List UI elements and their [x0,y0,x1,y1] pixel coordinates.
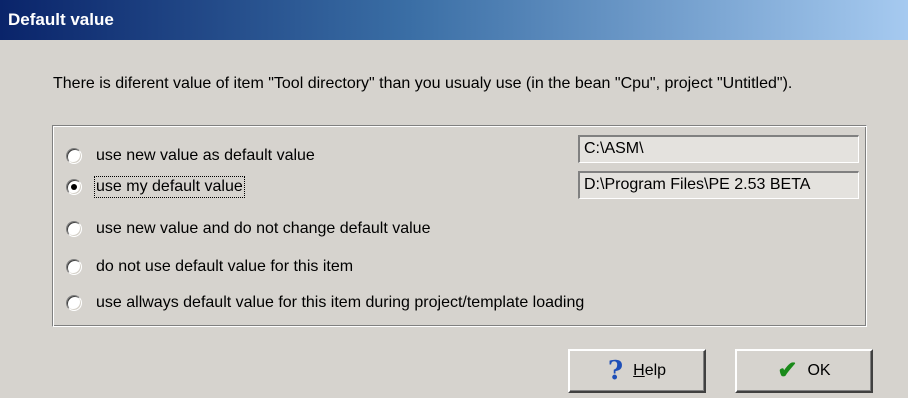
radio-button[interactable] [66,148,82,164]
radio-use-new-as-default[interactable]: use new value as default value [66,145,315,167]
radio-use-my-default[interactable]: use my default value [66,176,245,198]
default-value-field: D:\Program Files\PE 2.53 BETA [578,171,859,199]
radio-button-selected[interactable] [66,179,82,195]
help-question-icon: ? [607,356,624,386]
help-button-label: Help [633,362,667,379]
radio-button[interactable] [66,295,82,311]
title-bar[interactable]: Default value [0,0,908,40]
radio-dot [71,184,77,190]
radio-do-not-use-default[interactable]: do not use default value for this item [66,256,353,278]
ok-button-label: OK [807,362,831,379]
radio-button[interactable] [66,221,82,237]
help-button[interactable]: ? Help [568,349,706,393]
option-label: use my default value [94,176,245,198]
option-label: use new value as default value [96,147,315,164]
option-label: use allways default value for this item … [96,294,585,311]
radio-button[interactable] [66,259,82,275]
checkmark-icon: ✔ [777,357,798,384]
option-label: do not use default value for this item [96,258,354,275]
default-value-dialog: Default value There is diferent value of… [0,0,910,398]
radio-use-always-default[interactable]: use allways default value for this item … [66,292,584,314]
option-label: use new value and do not change default … [96,220,431,237]
new-value-field: C:\ASM\ [578,135,859,163]
dialog-title: Default value [8,10,114,29]
radio-use-new-keep-default[interactable]: use new value and do not change default … [66,218,430,240]
message-text: There is diferent value of item "Tool di… [53,75,793,92]
ok-button[interactable]: ✔ OK [735,349,873,393]
